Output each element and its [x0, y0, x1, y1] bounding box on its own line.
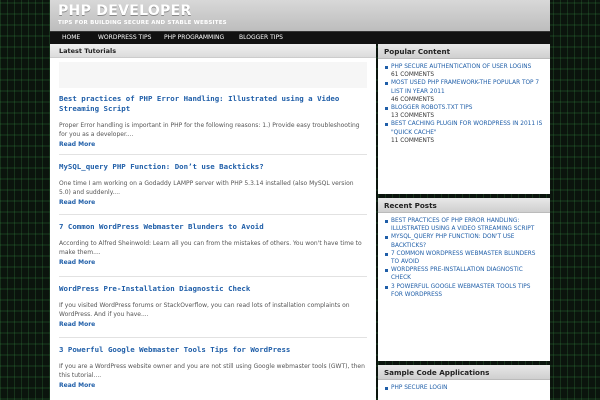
sidebar: Popular Content PHP Secure Authenticatio…: [378, 44, 550, 400]
read-more-link[interactable]: Read More: [59, 382, 367, 389]
comment-count: 13 COMMENTS: [391, 113, 435, 120]
post-excerpt: If you visited WordPress forums or Stack…: [59, 302, 350, 318]
list-item: Blogger Robots.txt Tips 13 COMMENTS: [384, 104, 544, 120]
popular-post-link[interactable]: Best Caching plugin for WordPress in 201…: [391, 121, 542, 135]
post-item: 3 Powerful Google Webmaster Tools Tips f…: [59, 345, 367, 389]
sample-code-link[interactable]: PHP Secure Login: [391, 385, 447, 391]
read-more-link[interactable]: Read More: [59, 141, 367, 148]
list-item: PHP Secure Authentication of User Logins…: [384, 63, 544, 79]
widget-recent-posts: Recent Posts Best practices of PHP Error…: [378, 198, 550, 361]
popular-list: PHP Secure Authentication of User Logins…: [378, 59, 550, 147]
main-nav: HOME WORDPRESS TIPS PHP PROGRAMMING BLOG…: [50, 31, 550, 44]
recent-list: Best practices of PHP Error Handling: Il…: [378, 213, 550, 301]
recent-post-link[interactable]: 3 Powerful Google Webmaster Tools Tips f…: [391, 284, 530, 298]
page-wrapper: PHP DEVELOPER TIPS FOR BUILDING SECURE A…: [50, 0, 550, 400]
post-item: Best practices of PHP Error Handling: Il…: [59, 94, 367, 148]
post-divider: [59, 214, 367, 215]
site-tagline: TIPS FOR BUILDING SECURE AND STABLE WEBS…: [58, 20, 227, 26]
comment-count: 46 COMMENTS: [391, 96, 435, 103]
widget-popular-content: Popular Content PHP Secure Authenticatio…: [378, 44, 550, 194]
post-divider: [59, 337, 367, 338]
recent-post-link[interactable]: WordPress Pre-Installation Diagnostic Ch…: [391, 267, 523, 281]
post-title-link[interactable]: MySQL_query PHP Function: Don’t use Back…: [59, 162, 367, 172]
list-item: WordPress Pre-Installation Diagnostic Ch…: [384, 266, 544, 282]
post-excerpt: According to Alfred Sheinwold: Learn all…: [59, 240, 362, 256]
widget-title: Popular Content: [378, 44, 550, 59]
widget-title: Recent Posts: [378, 198, 550, 213]
recent-post-link[interactable]: Best practices of PHP Error Handling: Il…: [391, 218, 534, 232]
list-item: 7 Common WordPress Webmaster Blunders to…: [384, 250, 544, 266]
post-excerpt: Proper Error handling is important in PH…: [59, 122, 360, 138]
popular-post-link[interactable]: PHP Secure Authentication of User Logins: [391, 64, 531, 70]
post-item: WordPress Pre-Installation Diagnostic Ch…: [59, 284, 367, 328]
section-heading: Latest Tutorials: [50, 44, 376, 58]
read-more-link[interactable]: Read More: [59, 321, 367, 328]
banner-space: [59, 62, 367, 88]
nav-item-php-programming[interactable]: PHP PROGRAMMING: [164, 34, 224, 41]
section-heading-label: Latest Tutorials: [59, 47, 117, 55]
list-item: MySQL_query PHP Function: Don't use Back…: [384, 233, 544, 249]
read-more-link[interactable]: Read More: [59, 259, 367, 266]
list-item: Most Used PHP Framework-The Popular Top …: [384, 79, 544, 104]
post-item: MySQL_query PHP Function: Don’t use Back…: [59, 162, 367, 206]
popular-post-link[interactable]: Most Used PHP Framework-The Popular Top …: [391, 80, 539, 94]
popular-post-link[interactable]: Blogger Robots.txt Tips: [391, 105, 472, 111]
post-divider: [59, 276, 367, 277]
sample-code-list: PHP Secure Login: [378, 380, 550, 394]
list-item: 3 Powerful Google Webmaster Tools Tips f…: [384, 283, 544, 299]
post-excerpt: If you are a WordPress website owner and…: [59, 363, 365, 379]
widget-title: Sample Code Applications: [378, 365, 550, 380]
post-title-link[interactable]: Best practices of PHP Error Handling: Il…: [59, 94, 367, 114]
read-more-link[interactable]: Read More: [59, 199, 367, 206]
post-title-link[interactable]: 7 Common WordPress Webmaster Blunders to…: [59, 222, 367, 232]
nav-item-blogger-tips[interactable]: BLOGGER TIPS: [239, 34, 283, 41]
post-divider: [59, 154, 367, 155]
list-item: Best Caching plugin for WordPress in 201…: [384, 120, 544, 145]
nav-item-wordpress-tips[interactable]: WORDPRESS TIPS: [98, 34, 151, 41]
site-title[interactable]: PHP DEVELOPER: [58, 3, 192, 19]
widget-sample-code: Sample Code Applications PHP Secure Logi…: [378, 365, 550, 400]
post-item: 7 Common WordPress Webmaster Blunders to…: [59, 222, 367, 266]
recent-post-link[interactable]: MySQL_query PHP Function: Don't use Back…: [391, 234, 514, 248]
comment-count: 11 COMMENTS: [391, 137, 435, 144]
list-item: Best practices of PHP Error Handling: Il…: [384, 217, 544, 233]
list-item: PHP Secure Login: [384, 384, 544, 392]
post-title-link[interactable]: WordPress Pre-Installation Diagnostic Ch…: [59, 284, 367, 294]
recent-post-link[interactable]: 7 Common WordPress Webmaster Blunders to…: [391, 251, 535, 265]
site-header: PHP DEVELOPER TIPS FOR BUILDING SECURE A…: [50, 0, 550, 31]
main-content: Latest Tutorials Best practices of PHP E…: [50, 44, 376, 400]
post-title-link[interactable]: 3 Powerful Google Webmaster Tools Tips f…: [59, 345, 367, 355]
nav-item-home[interactable]: HOME: [62, 34, 80, 41]
comment-count: 61 COMMENTS: [391, 72, 435, 79]
post-excerpt: One time I am working on a Godaddy LAMPP…: [59, 180, 354, 196]
